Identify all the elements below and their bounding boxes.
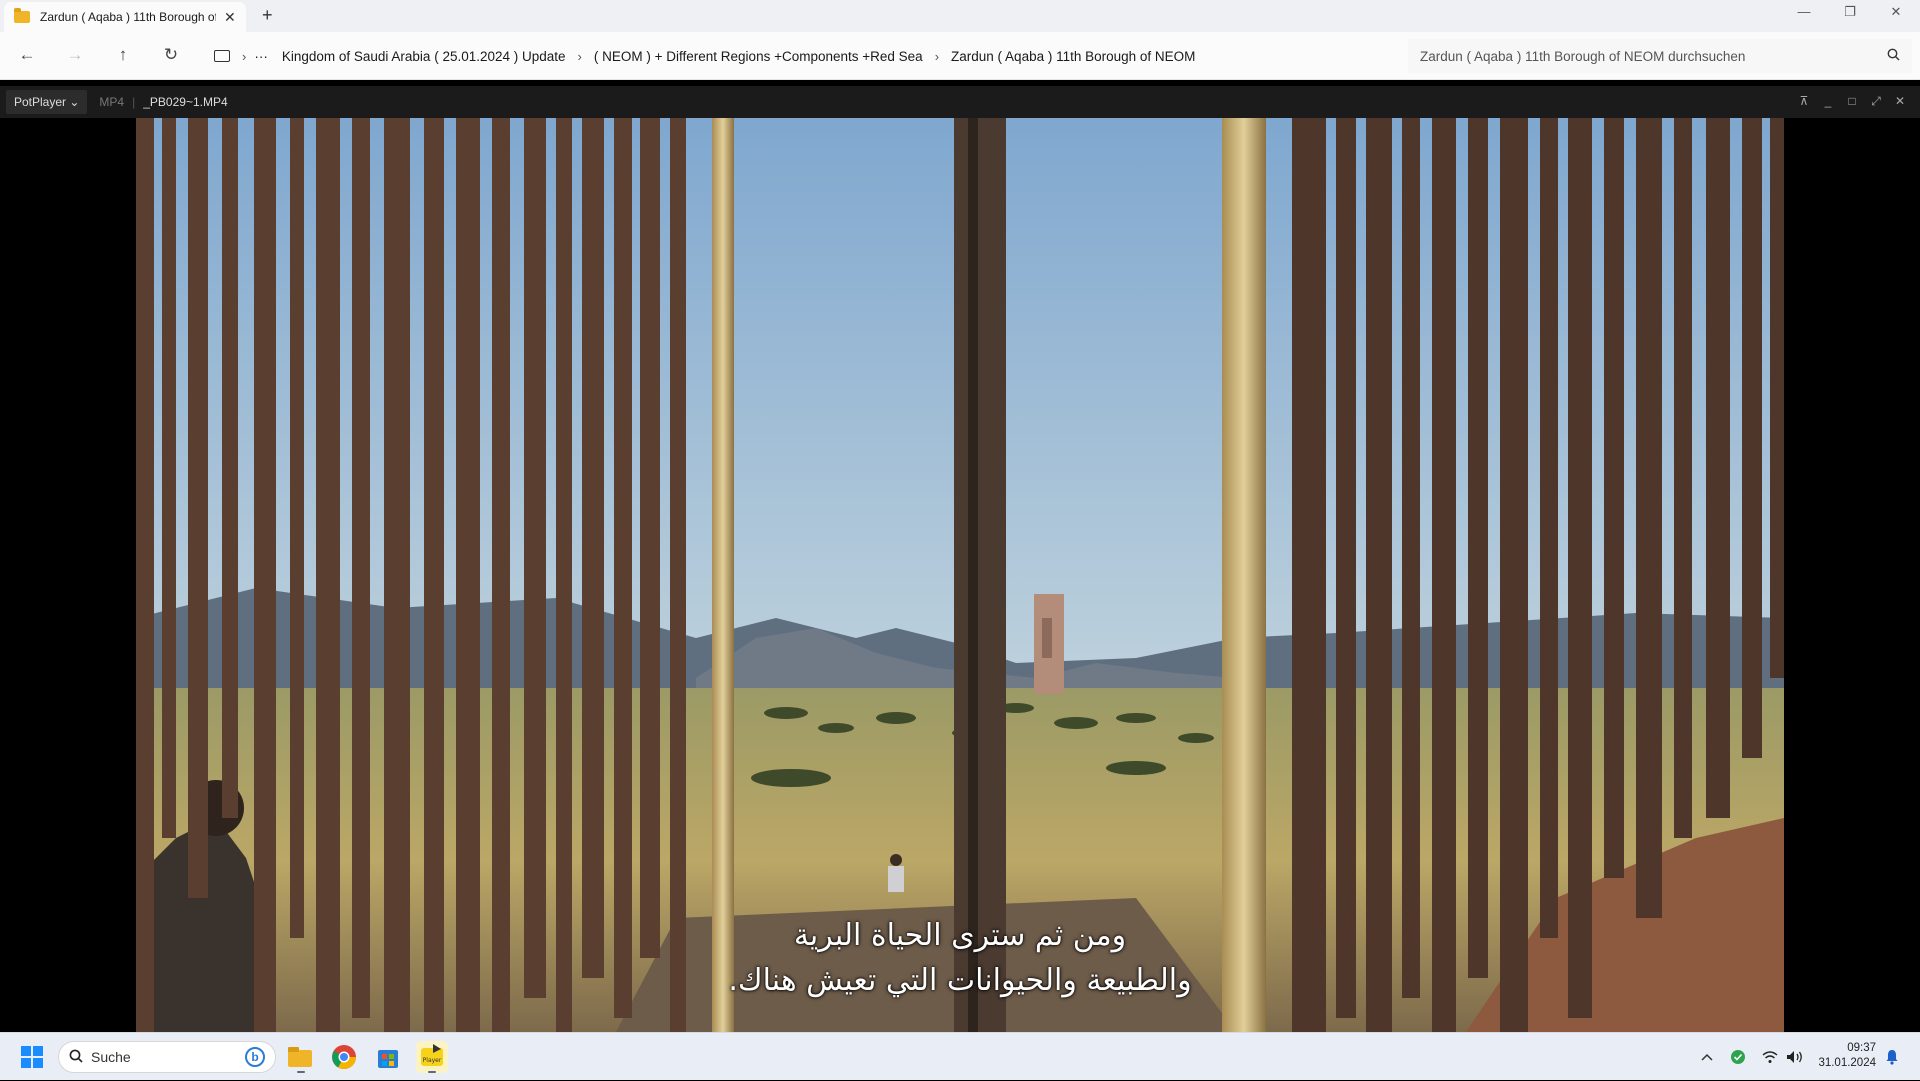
player-minimize-button[interactable]: _ <box>1818 94 1838 108</box>
subtitle-line-2: والطبيعة والحيوانات التي تعيش هناك. <box>728 963 1192 998</box>
search-icon <box>69 1049 83 1066</box>
system-clock[interactable]: 09:37 31.01.2024 <box>1816 1041 1876 1071</box>
folder-search-input[interactable]: Zardun ( Aqaba ) 11th Borough of NEOM du… <box>1408 39 1912 73</box>
search-placeholder: Zardun ( Aqaba ) 11th Borough of NEOM du… <box>1420 48 1746 64</box>
video-frame-image <box>136 118 1784 1032</box>
tray-overflow-chevron[interactable] <box>1700 1033 1714 1081</box>
clock-time: 09:37 <box>1847 1042 1876 1054</box>
potplayer-menu-button[interactable]: PotPlayer ⌄ <box>6 90 88 114</box>
search-icon <box>1887 48 1900 64</box>
breadcrumb-overflow-button[interactable]: ··· <box>254 49 268 64</box>
start-button[interactable] <box>16 1041 48 1073</box>
potplayer-menu-label: PotPlayer <box>14 95 67 109</box>
subtitle-line-1: ومن ثم سترى الحياة البرية <box>793 918 1127 953</box>
bing-icon: b <box>245 1047 265 1067</box>
video-format-label: MP4 <box>99 95 125 109</box>
breadcrumb-item-neom-regions[interactable]: ( NEOM ) + Different Regions +Components… <box>594 49 923 64</box>
clock-date: 31.01.2024 <box>1818 1057 1876 1069</box>
breadcrumb-chevron-icon[interactable]: › <box>242 49 246 64</box>
minimize-button[interactable]: — <box>1784 4 1824 19</box>
forward-button[interactable]: → <box>64 45 86 65</box>
header-divider: | <box>132 95 136 109</box>
tab-close-icon[interactable]: ✕ <box>224 9 236 26</box>
breadcrumb-item-ksa-update[interactable]: Kingdom of Saudi Arabia ( 25.01.2024 ) U… <box>282 49 566 64</box>
volume-icon[interactable] <box>1786 1033 1804 1081</box>
maximize-button[interactable]: ❐ <box>1830 4 1870 20</box>
security-shield-icon[interactable] <box>1730 1033 1746 1081</box>
breadcrumb-item-zardun[interactable]: Zardun ( Aqaba ) 11th Borough of NEOM <box>951 49 1195 64</box>
notification-bell-icon[interactable] <box>1884 1033 1900 1081</box>
potplayer-taskbar-label: Player <box>423 1057 442 1064</box>
chrome-taskbar-icon[interactable] <box>328 1041 360 1073</box>
video-player-area[interactable]: ومن ثم سترى الحياة البرية والطبيعة والحي… <box>0 118 1920 1032</box>
this-pc-icon[interactable] <box>214 50 230 62</box>
taskbar: Suche b Player 09:37 31.01.2024 <box>0 1032 1920 1080</box>
explorer-titlebar: Zardun ( Aqaba ) 11th Borough of NEOM ✕ … <box>0 0 1920 32</box>
new-tab-button[interactable]: + <box>262 5 273 26</box>
file-explorer-taskbar-icon[interactable] <box>284 1041 316 1073</box>
up-button[interactable]: ↑ <box>112 45 134 65</box>
player-close-button[interactable]: ✕ <box>1890 94 1910 108</box>
player-fullscreen-button[interactable]: ⤢ <box>1866 94 1886 109</box>
pin-icon[interactable]: ⊼ <box>1794 94 1814 108</box>
refresh-button[interactable]: ↻ <box>160 45 182 65</box>
breadcrumb-chevron-icon[interactable]: › <box>578 49 582 64</box>
explorer-navbar: ← → ↑ ↻ › ··· Kingdom of Saudi Arabia ( … <box>0 32 1920 80</box>
back-button[interactable]: ← <box>16 45 38 65</box>
video-frame[interactable]: ومن ثم سترى الحياة البرية والطبيعة والحي… <box>136 118 1784 1032</box>
potplayer-taskbar-icon[interactable]: Player <box>416 1041 448 1073</box>
breadcrumb[interactable]: › ··· Kingdom of Saudi Arabia ( 25.01.20… <box>204 39 1400 73</box>
explorer-tab[interactable]: Zardun ( Aqaba ) 11th Borough of NEOM ✕ <box>4 2 246 32</box>
wifi-icon[interactable] <box>1762 1033 1778 1081</box>
taskbar-search-input[interactable]: Suche b <box>58 1041 276 1073</box>
tab-title: Zardun ( Aqaba ) 11th Borough of NEOM <box>40 10 216 24</box>
windows-logo-icon <box>21 1046 43 1068</box>
player-maximize-button[interactable]: □ <box>1842 94 1862 108</box>
folder-icon <box>14 8 30 23</box>
potplayer-header: PotPlayer ⌄ MP4 | _PB029~1.MP4 ⊼ _ □ ⤢ ✕ <box>0 86 1920 118</box>
breadcrumb-chevron-icon[interactable]: › <box>935 49 939 64</box>
store-taskbar-icon[interactable] <box>372 1041 404 1073</box>
close-button[interactable]: ✕ <box>1876 4 1916 20</box>
video-file-name: _PB029~1.MP4 <box>143 95 228 109</box>
taskbar-search-label: Suche <box>91 1049 131 1065</box>
